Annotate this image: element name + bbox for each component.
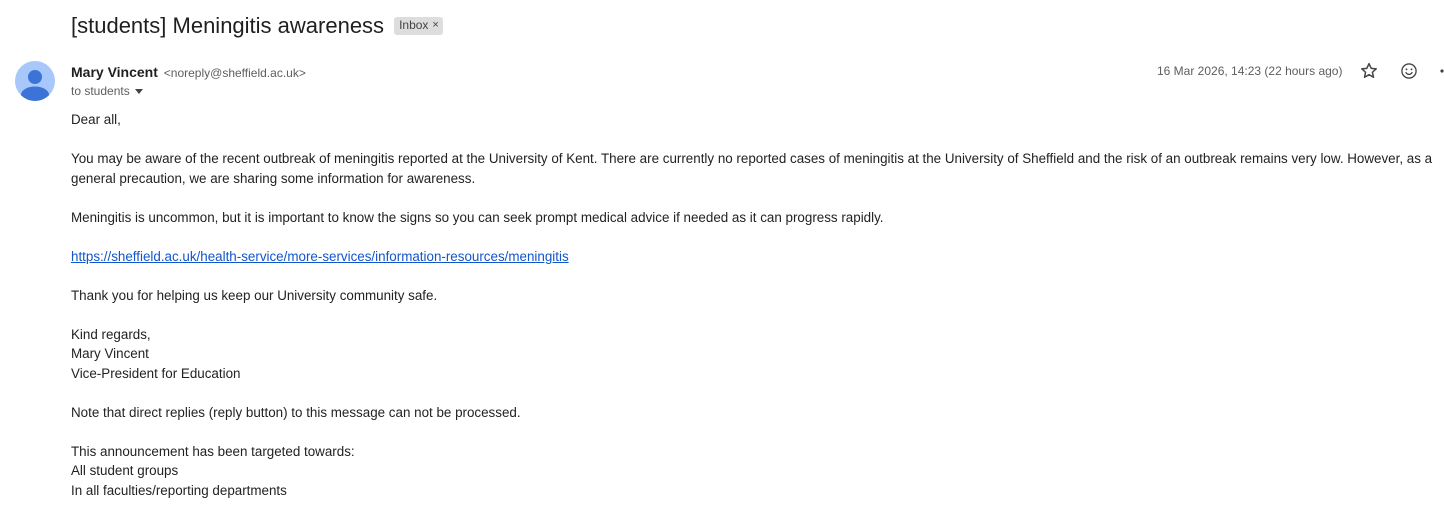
email-subject: [students] Meningitis awareness — [71, 13, 385, 38]
default-person-avatar-icon — [21, 70, 49, 101]
targeting-heading: This announcement has been targeted towa… — [71, 443, 355, 459]
more-options-button[interactable] — [1434, 60, 1444, 82]
recipient-line: to students — [71, 83, 143, 99]
more-vert-icon — [1440, 69, 1444, 73]
label-chip-inbox: Inbox × — [394, 17, 443, 35]
sender-line: Mary Vincent <noreply@sheffield.ac.uk> — [71, 63, 306, 82]
sender-email: <noreply@sheffield.ac.uk> — [163, 66, 306, 80]
targeting-block: This announcement has been targeted towa… — [71, 442, 1444, 501]
reply-note: Note that direct replies (reply button) … — [71, 404, 521, 420]
star-button[interactable] — [1358, 60, 1380, 82]
label-chip-text: Inbox — [399, 18, 429, 32]
body-paragraph-thanks: Thank you for helping us keep our Univer… — [71, 287, 438, 303]
sender-name[interactable]: Mary Vincent — [71, 64, 158, 80]
signature-title: Vice-President for Education — [71, 365, 241, 381]
meningitis-info-link[interactable]: https://sheffield.ac.uk/health-service/m… — [71, 249, 569, 264]
emoji-react-icon — [1401, 63, 1417, 79]
signoff: Kind regards, — [71, 326, 151, 342]
signature-block: Kind regards, Mary Vincent Vice-Presiden… — [71, 325, 1444, 384]
email-date: 16 Mar 2026, 14:23 (22 hours ago) — [1157, 64, 1343, 78]
show-details-icon[interactable] — [134, 88, 143, 94]
star-outline-icon — [1361, 62, 1377, 78]
body-link-paragraph: https://sheffield.ac.uk/health-service/m… — [71, 247, 1444, 267]
body-paragraph-outbreak: You may be aware of the recent outbreak … — [71, 151, 1433, 186]
email-body: Dear all, You may be aware of the recent… — [71, 110, 1444, 500]
body-paragraph-signs: Meningitis is uncommon, but it is import… — [71, 209, 884, 225]
signature-name: Mary Vincent — [71, 346, 149, 361]
remove-label-icon[interactable]: × — [432, 18, 438, 33]
targeting-departments: In all faculties/reporting departments — [71, 482, 287, 498]
subject-header: [students] Meningitis awareness Inbox × — [71, 12, 443, 40]
targeting-groups: All student groups — [71, 463, 179, 478]
emoji-react-button[interactable] — [1398, 60, 1420, 82]
recipient-text: to students — [71, 84, 130, 98]
body-greeting: Dear all, — [71, 112, 121, 127]
sender-avatar[interactable] — [15, 61, 55, 101]
